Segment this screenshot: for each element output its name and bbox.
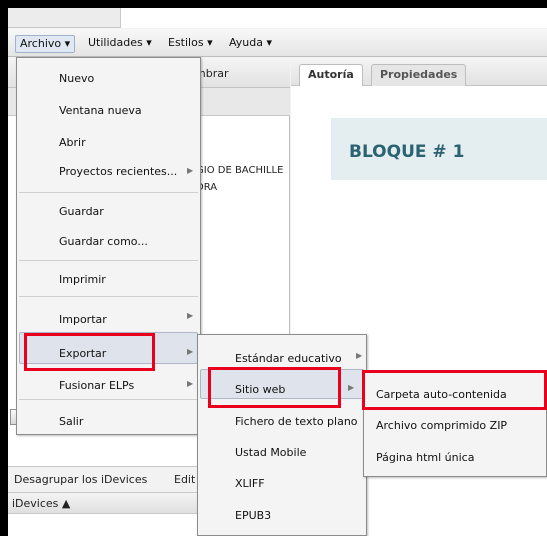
top-strip [8, 8, 547, 28]
address-area [120, 8, 547, 28]
menu-item-fusionar-elps[interactable]: Fusionar ELPs [59, 379, 134, 392]
menu-item-guardar[interactable]: Guardar [59, 205, 104, 218]
tree-node[interactable]: GIO DE BACHILLE [196, 162, 283, 179]
edit-button[interactable]: Edit [174, 473, 195, 486]
exportar-submenu: Estándar educativo ▶ Sitio web ▶ Fichero… [197, 334, 367, 536]
menu-separator [19, 260, 198, 261]
menu-item-ustad-mobile[interactable]: Ustad Mobile [235, 446, 306, 459]
tree-node[interactable]: DRA [196, 179, 283, 196]
menu-item-pagina-html-unica[interactable]: Página html única [376, 451, 474, 464]
app-window: Archivo ▾ Utilidades ▾ Estilos ▾ Ayuda ▾… [8, 8, 547, 536]
submenu-arrow-icon: ▶ [187, 379, 194, 388]
tab-propiedades[interactable]: Propiedades [371, 64, 467, 86]
menu-item-salir[interactable]: Salir [59, 415, 83, 428]
right-panel-tabs: Autoría Propiedades [291, 58, 547, 86]
tab-autoria[interactable]: Autoría [299, 64, 363, 86]
submenu-arrow-icon: ▶ [187, 347, 194, 356]
ungroup-idevices-button[interactable]: Desagrupar los iDevices [14, 473, 147, 486]
content-block: BLOQUE # 1 [331, 118, 547, 180]
menu-estilos[interactable]: Estilos ▾ [164, 35, 217, 53]
submenu-arrow-icon: ▶ [348, 383, 355, 392]
menu-item-fichero-texto-plano[interactable]: Fichero de texto plano [235, 415, 358, 428]
menu-item-guardar-como[interactable]: Guardar como... [59, 235, 148, 248]
highlight-box-carpeta [362, 370, 547, 410]
menu-item-proyectos-recientes[interactable]: Proyectos recientes... [59, 165, 177, 178]
menu-item-estandar-educativo[interactable]: Estándar educativo [235, 352, 342, 365]
menu-item-archivo-comprimido-zip[interactable]: Archivo comprimido ZIP [376, 419, 507, 432]
menu-separator [19, 192, 198, 193]
menu-item-xliff[interactable]: XLIFF [235, 477, 265, 490]
menu-separator [19, 296, 198, 297]
menu-ayuda[interactable]: Ayuda ▾ [225, 35, 276, 53]
archivo-menu: Nuevo Ventana nueva Abrir Proyectos reci… [16, 57, 201, 435]
highlight-box-exportar [24, 333, 155, 371]
submenu-arrow-icon: ▶ [187, 166, 194, 175]
highlight-box-sitio-web [208, 367, 341, 408]
menu-item-imprimir[interactable]: Imprimir [59, 273, 106, 286]
menubar: Archivo ▾ Utilidades ▾ Estilos ▾ Ayuda ▾ [8, 29, 547, 57]
menu-archivo[interactable]: Archivo ▾ [15, 35, 76, 53]
structure-tree: GIO DE BACHILLE DRA [196, 162, 283, 196]
menu-separator [19, 399, 198, 400]
menu-item-epub3[interactable]: EPUB3 [235, 509, 271, 522]
menu-item-ventana-nueva[interactable]: Ventana nueva [59, 104, 142, 117]
menu-item-importar[interactable]: Importar [59, 313, 107, 326]
idevices-label: iDevices ▲ [12, 497, 71, 510]
block-title: BLOQUE # 1 [349, 142, 465, 162]
menu-item-nuevo[interactable]: Nuevo [59, 72, 94, 85]
submenu-arrow-icon: ▶ [356, 351, 363, 360]
submenu-arrow-icon: ▶ [187, 311, 194, 320]
menu-utilidades[interactable]: Utilidades ▾ [84, 35, 156, 53]
menu-item-abrir[interactable]: Abrir [59, 136, 86, 149]
